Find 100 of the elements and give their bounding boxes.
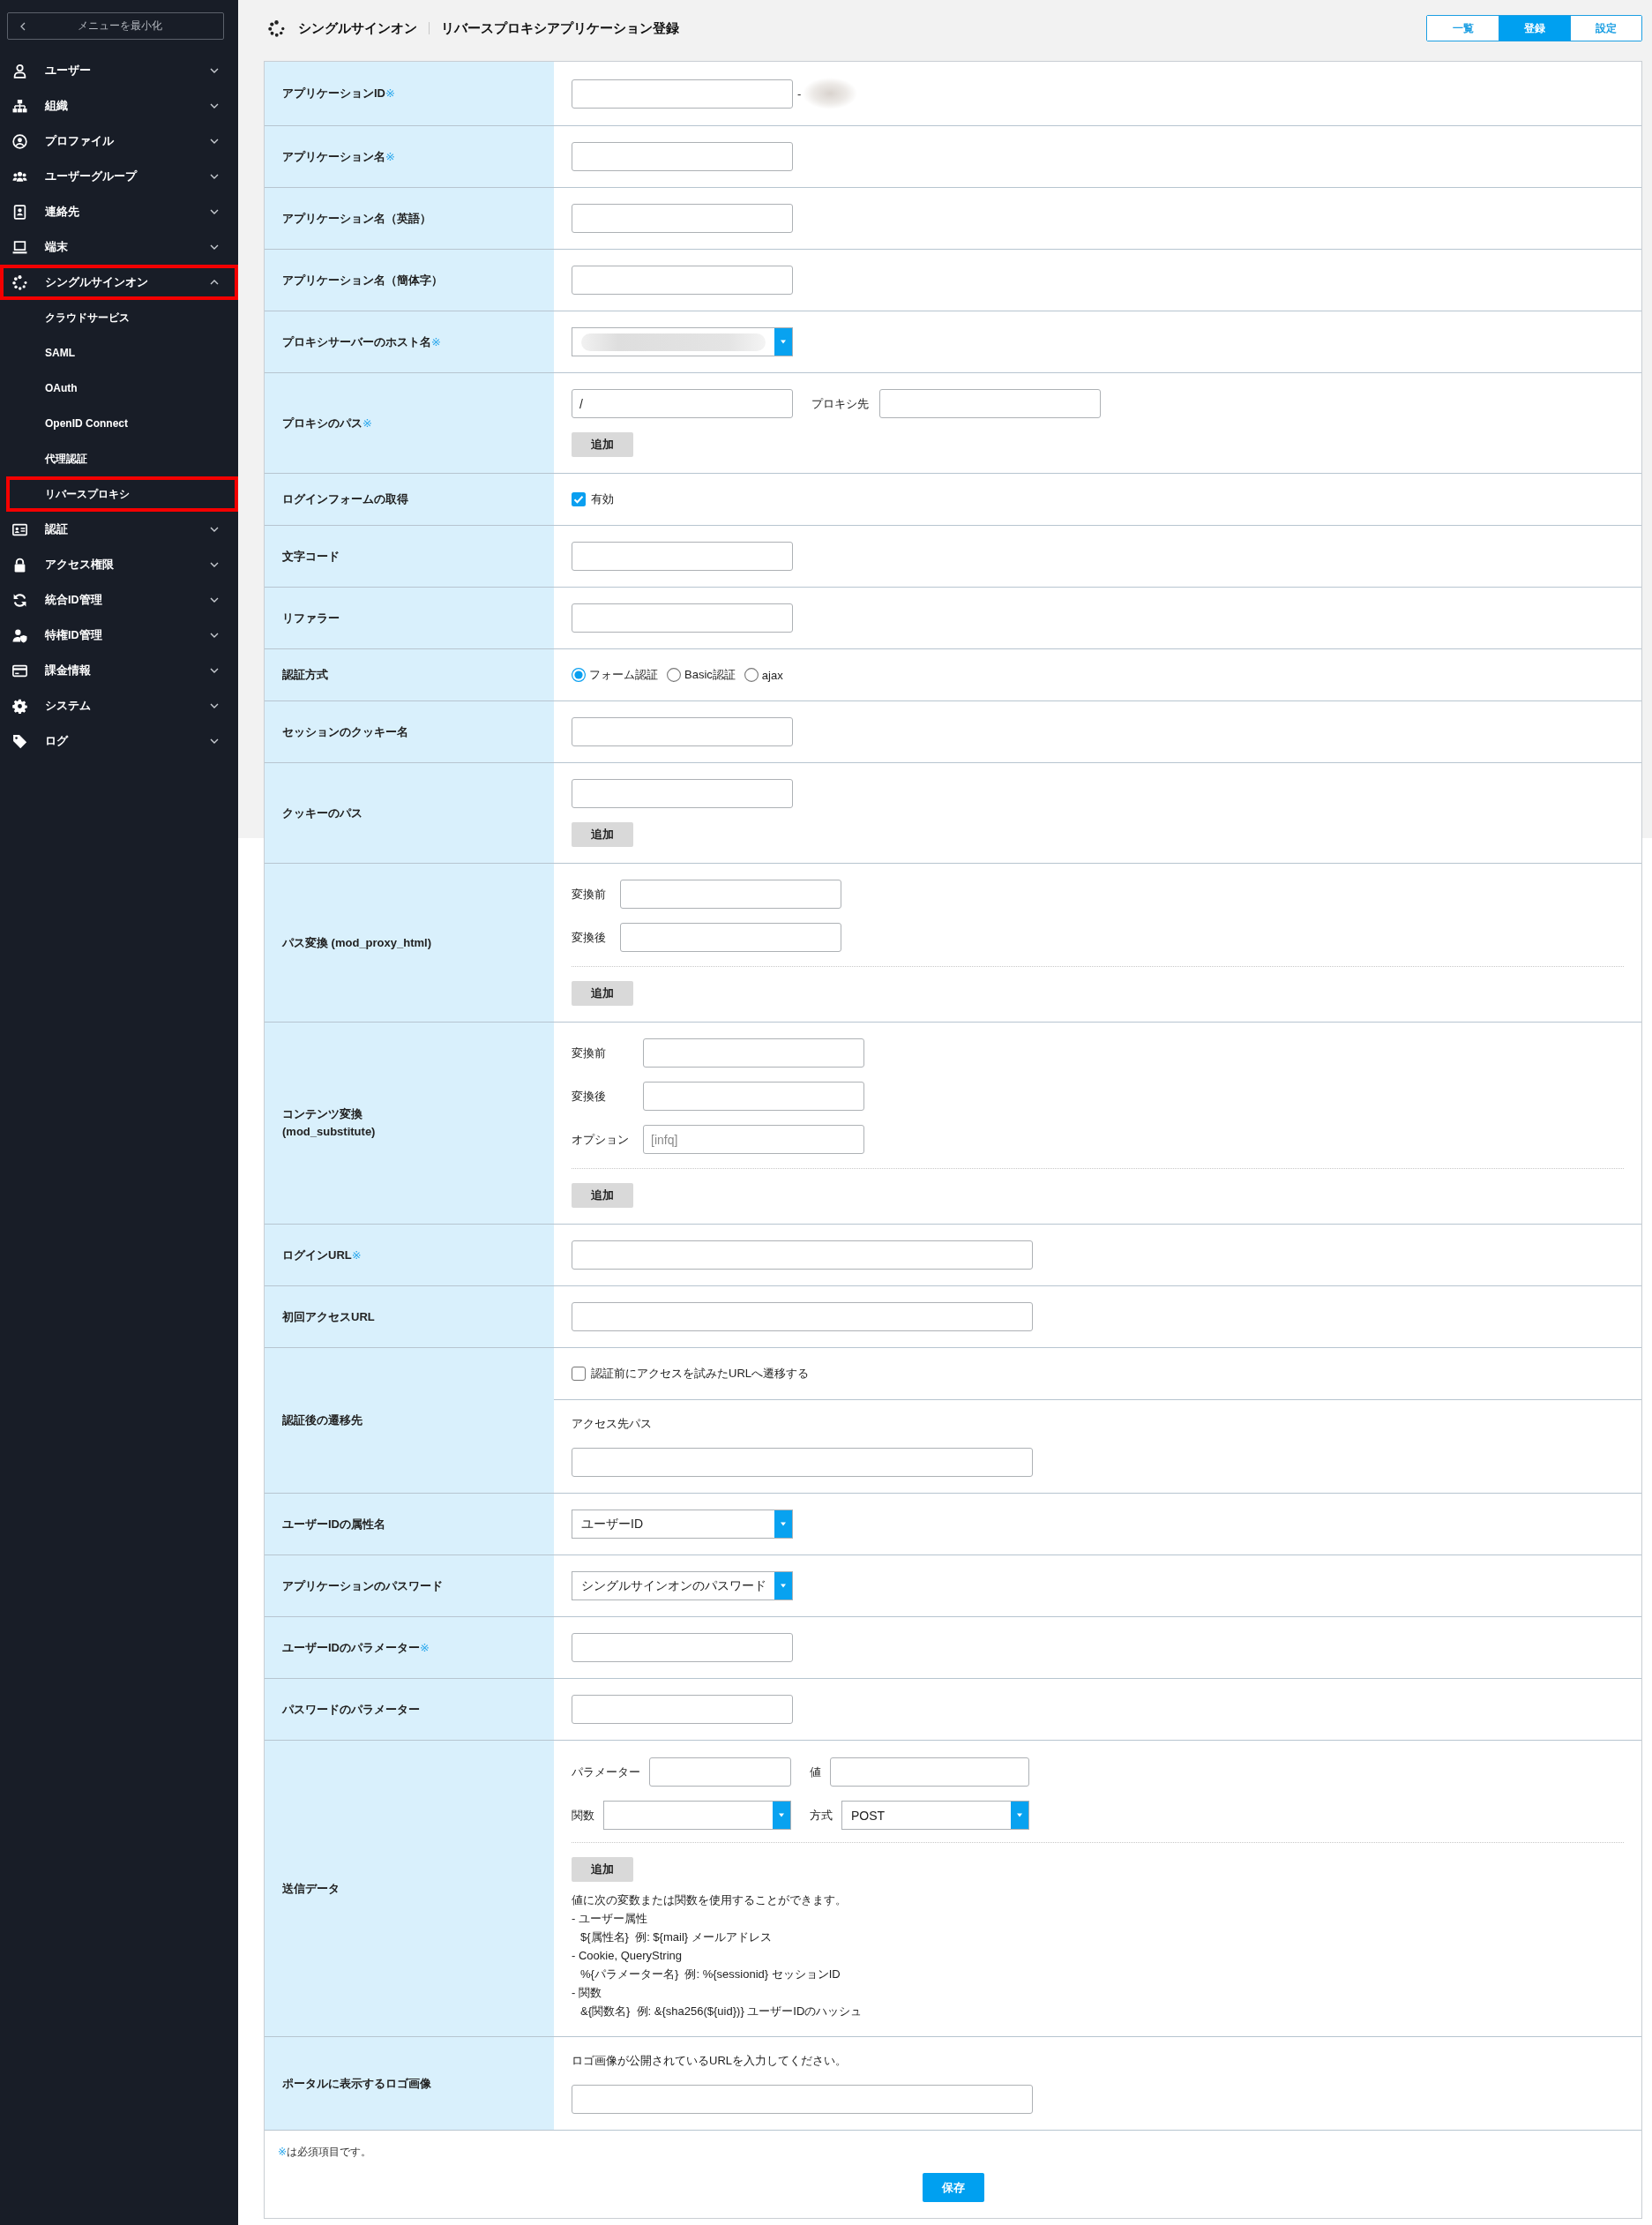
field-label: アプリケーション名（簡体字） [282, 272, 443, 288]
radio-label: ajax [761, 668, 783, 682]
submenu-item[interactable]: 代理認証 [6, 441, 238, 476]
input-field[interactable] [643, 1038, 864, 1068]
dots-circle-icon [268, 19, 285, 37]
input-field[interactable] [572, 1302, 1033, 1331]
add-button[interactable]: 追加 [572, 432, 633, 457]
field-label: クッキーのパス [282, 805, 363, 821]
menu-item[interactable]: アクセス権限 [0, 547, 238, 582]
caret-down-icon [1011, 1802, 1028, 1829]
tag-icon [12, 733, 27, 749]
field-label: ユーザーIDの属性名 [282, 1516, 385, 1532]
field-label: コンテンツ変換 (mod_substitute) [282, 1106, 376, 1140]
input-field[interactable] [879, 389, 1101, 418]
submenu-item[interactable]: クラウドサービス [6, 300, 238, 335]
credit-card-icon [12, 663, 27, 678]
input-field[interactable] [620, 880, 841, 909]
checkbox-label: 有効 [591, 491, 614, 507]
page-title: リバースプロキシアプリケーション登録 [441, 19, 679, 37]
input-field[interactable] [572, 717, 793, 746]
input-field[interactable] [572, 1448, 1033, 1477]
caret-down-icon [774, 328, 792, 356]
lock-icon [12, 557, 27, 573]
dropdown[interactable] [572, 327, 793, 356]
submenu-item[interactable]: SAML [6, 335, 238, 371]
add-button[interactable]: 追加 [572, 1183, 633, 1208]
user-icon [12, 63, 27, 79]
field-label: プロキシサーバーのホスト名※ [282, 333, 441, 350]
submenu-item[interactable]: OpenID Connect [6, 406, 238, 441]
section-title: シングルサインオン [298, 19, 417, 37]
sitemap-icon [12, 98, 27, 114]
menu-item[interactable]: 統合ID管理 [0, 582, 238, 618]
menu-item[interactable]: 認証 [0, 512, 238, 547]
menu-item[interactable]: 端末 [0, 229, 238, 265]
input-field[interactable] [572, 204, 793, 233]
user-shield-icon [12, 627, 27, 643]
menu-item[interactable]: 課金情報 [0, 653, 238, 688]
input-field[interactable]: / [572, 389, 793, 418]
dots-circle-icon [12, 274, 27, 290]
menu-item[interactable]: ユーザーグループ [0, 159, 238, 194]
input-field[interactable]: [infq] [643, 1125, 864, 1154]
id-card-icon [12, 521, 27, 537]
menu-item[interactable]: 連絡先 [0, 194, 238, 229]
input-field[interactable] [572, 1695, 793, 1724]
checkbox[interactable] [572, 492, 586, 506]
input-field[interactable] [620, 923, 841, 952]
dropdown[interactable]: POST [841, 1801, 1029, 1830]
menu-item[interactable]: 特権ID管理 [0, 618, 238, 653]
input-field[interactable] [572, 79, 793, 109]
help-item: - 関数 [572, 1985, 602, 2001]
caret-down-icon [773, 1802, 790, 1829]
input-field[interactable] [830, 1757, 1029, 1787]
input-field[interactable] [572, 779, 793, 808]
dropdown[interactable]: ユーザーID [572, 1510, 793, 1539]
menu-item[interactable]: システム [0, 688, 238, 723]
field-label: セッションのクッキー名 [282, 723, 408, 740]
menu-item[interactable]: シングルサインオン [0, 265, 238, 300]
add-button[interactable]: 追加 [572, 1857, 633, 1882]
field-caption: 変換前 [572, 1045, 607, 1061]
help-example: &{関数名} 例: &{sha256(${uid})} ユーザーIDのハッシュ [580, 2004, 863, 2019]
field-caption: オプション [572, 1131, 629, 1148]
laptop-icon [12, 239, 27, 255]
input-field[interactable] [572, 603, 793, 633]
field-caption: 変換前 [572, 886, 606, 903]
dropdown[interactable] [603, 1801, 791, 1830]
input-field[interactable] [649, 1757, 791, 1787]
radio-button[interactable] [667, 668, 681, 682]
input-field[interactable] [572, 542, 793, 571]
field-caption: パラメーター [572, 1764, 640, 1780]
add-button[interactable]: 追加 [572, 822, 633, 847]
field-label: パス変換 (mod_proxy_html) [282, 934, 431, 951]
input-field[interactable] [572, 1633, 793, 1662]
submenu-item[interactable]: リバースプロキシ [6, 476, 238, 512]
radio-button[interactable] [744, 668, 759, 682]
caret-down-icon [774, 1510, 792, 1538]
add-button[interactable]: 追加 [572, 981, 633, 1006]
field-hint: ロゴ画像が公開されているURLを入力してください。 [572, 2053, 847, 2069]
menu-item[interactable]: ログ [0, 723, 238, 759]
input-field[interactable] [572, 142, 793, 171]
caret-down-icon [774, 1572, 792, 1599]
suffix-text: - [797, 86, 802, 101]
submenu-item[interactable]: OAuth [6, 371, 238, 406]
menu-item[interactable]: 組織 [0, 88, 238, 124]
input-field[interactable] [572, 2085, 1033, 2114]
field-caption: 値 [810, 1764, 821, 1780]
checkbox[interactable] [572, 1367, 586, 1381]
radio-label: フォーム認証 [589, 667, 658, 683]
address-book-icon [12, 204, 27, 220]
input-field[interactable] [572, 266, 793, 295]
field-label: ログインフォームの取得 [282, 491, 408, 507]
menu-item[interactable]: プロファイル [0, 124, 238, 159]
field-label: ユーザーIDのパラメーター※ [282, 1639, 430, 1656]
menu-item[interactable]: ユーザー [0, 53, 238, 88]
input-field[interactable] [572, 1240, 1033, 1270]
help-text: 値に次の変数または関数を使用することができます。 [572, 1892, 847, 1908]
dropdown[interactable]: シングルサインオンのパスワード [572, 1571, 793, 1600]
help-example: %{パラメーター名} 例: %{sessionid} セッションID [580, 1967, 841, 1982]
collapse-menu-button[interactable]: メニューを最小化 [7, 12, 224, 40]
radio-button[interactable] [572, 668, 586, 682]
input-field[interactable] [643, 1082, 864, 1111]
